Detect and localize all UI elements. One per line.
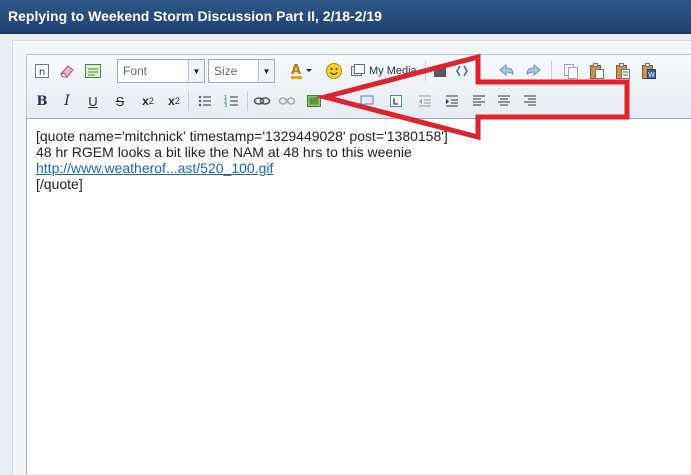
code-icon[interactable] [452, 60, 472, 82]
svg-text:A: A [291, 63, 301, 78]
editor-line: [quote name='mitchnick' timestamp='13294… [36, 128, 448, 144]
paste-text-icon[interactable] [613, 60, 633, 82]
indent-icon[interactable] [442, 90, 462, 112]
svg-text:n: n [39, 67, 45, 78]
editor-toolbar: n Font ▼ Size ▼ A My Media W B I U S x 2… [26, 54, 691, 119]
strikethrough-button[interactable]: S [110, 90, 130, 112]
insert-special-icon[interactable] [430, 60, 450, 82]
link-icon[interactable] [252, 90, 272, 112]
chevron-down-icon: ▼ [258, 60, 274, 82]
my-media-label: My Media [369, 65, 417, 77]
insert-image-icon[interactable] [304, 90, 324, 112]
smiley-icon[interactable] [324, 60, 344, 82]
svg-text:W: W [648, 71, 655, 79]
copy-icon[interactable] [561, 60, 581, 82]
numbered-list-icon[interactable]: 123 [222, 90, 242, 112]
spellcheck-icon[interactable] [83, 60, 103, 82]
italic-button[interactable]: I [57, 90, 77, 112]
size-select[interactable]: Size ▼ [208, 59, 275, 83]
size-select-label: Size [214, 64, 238, 78]
chevron-down-icon: ▼ [188, 60, 204, 82]
toggle-source-icon[interactable]: n [32, 60, 52, 82]
bold-button[interactable]: B [32, 90, 52, 112]
editor-line: [/quote] [36, 176, 83, 192]
paste-icon[interactable] [587, 60, 607, 82]
align-right-icon[interactable] [520, 90, 540, 112]
toolbar-divider [247, 91, 248, 111]
bullet-list-icon[interactable] [195, 90, 215, 112]
toolbar-divider [188, 91, 189, 111]
font-select-label: Font [123, 64, 148, 78]
outdent-icon[interactable] [415, 90, 435, 112]
media-icon [351, 64, 365, 76]
align-left-icon[interactable] [469, 90, 489, 112]
toolbar-divider [425, 61, 426, 81]
superscript-button[interactable]: x2 [164, 90, 184, 112]
paste-word-icon[interactable]: W [639, 60, 659, 82]
font-select[interactable]: Font ▼ [117, 59, 205, 83]
message-editor[interactable]: [quote name='mitchnick' timestamp='13294… [26, 118, 691, 474]
quoted-link[interactable]: http://www.weatherof...ast/520_100.gif [36, 160, 273, 176]
window-title: Replying to Weekend Storm Discussion Par… [0, 0, 691, 34]
quote-icon[interactable] [357, 90, 377, 112]
redo-icon[interactable] [523, 60, 543, 82]
toolbar-divider [551, 61, 552, 81]
editor-line: 48 hr RGEM looks a bit like the NAM at 4… [36, 144, 412, 160]
my-media-button[interactable]: My Media [350, 60, 420, 82]
subscript-button[interactable]: x2 [138, 90, 158, 112]
text-color-button[interactable]: A [289, 60, 315, 82]
underline-button[interactable]: U [83, 90, 103, 112]
unlink-icon[interactable] [277, 90, 297, 112]
svg-text:3: 3 [224, 103, 227, 109]
undo-icon[interactable] [497, 60, 517, 82]
special-tag-icon[interactable] [386, 90, 406, 112]
eraser-icon[interactable] [57, 60, 77, 82]
editor-line-link: http://www.weatherof...ast/520_100.gif [36, 160, 691, 176]
align-center-icon[interactable] [494, 90, 514, 112]
